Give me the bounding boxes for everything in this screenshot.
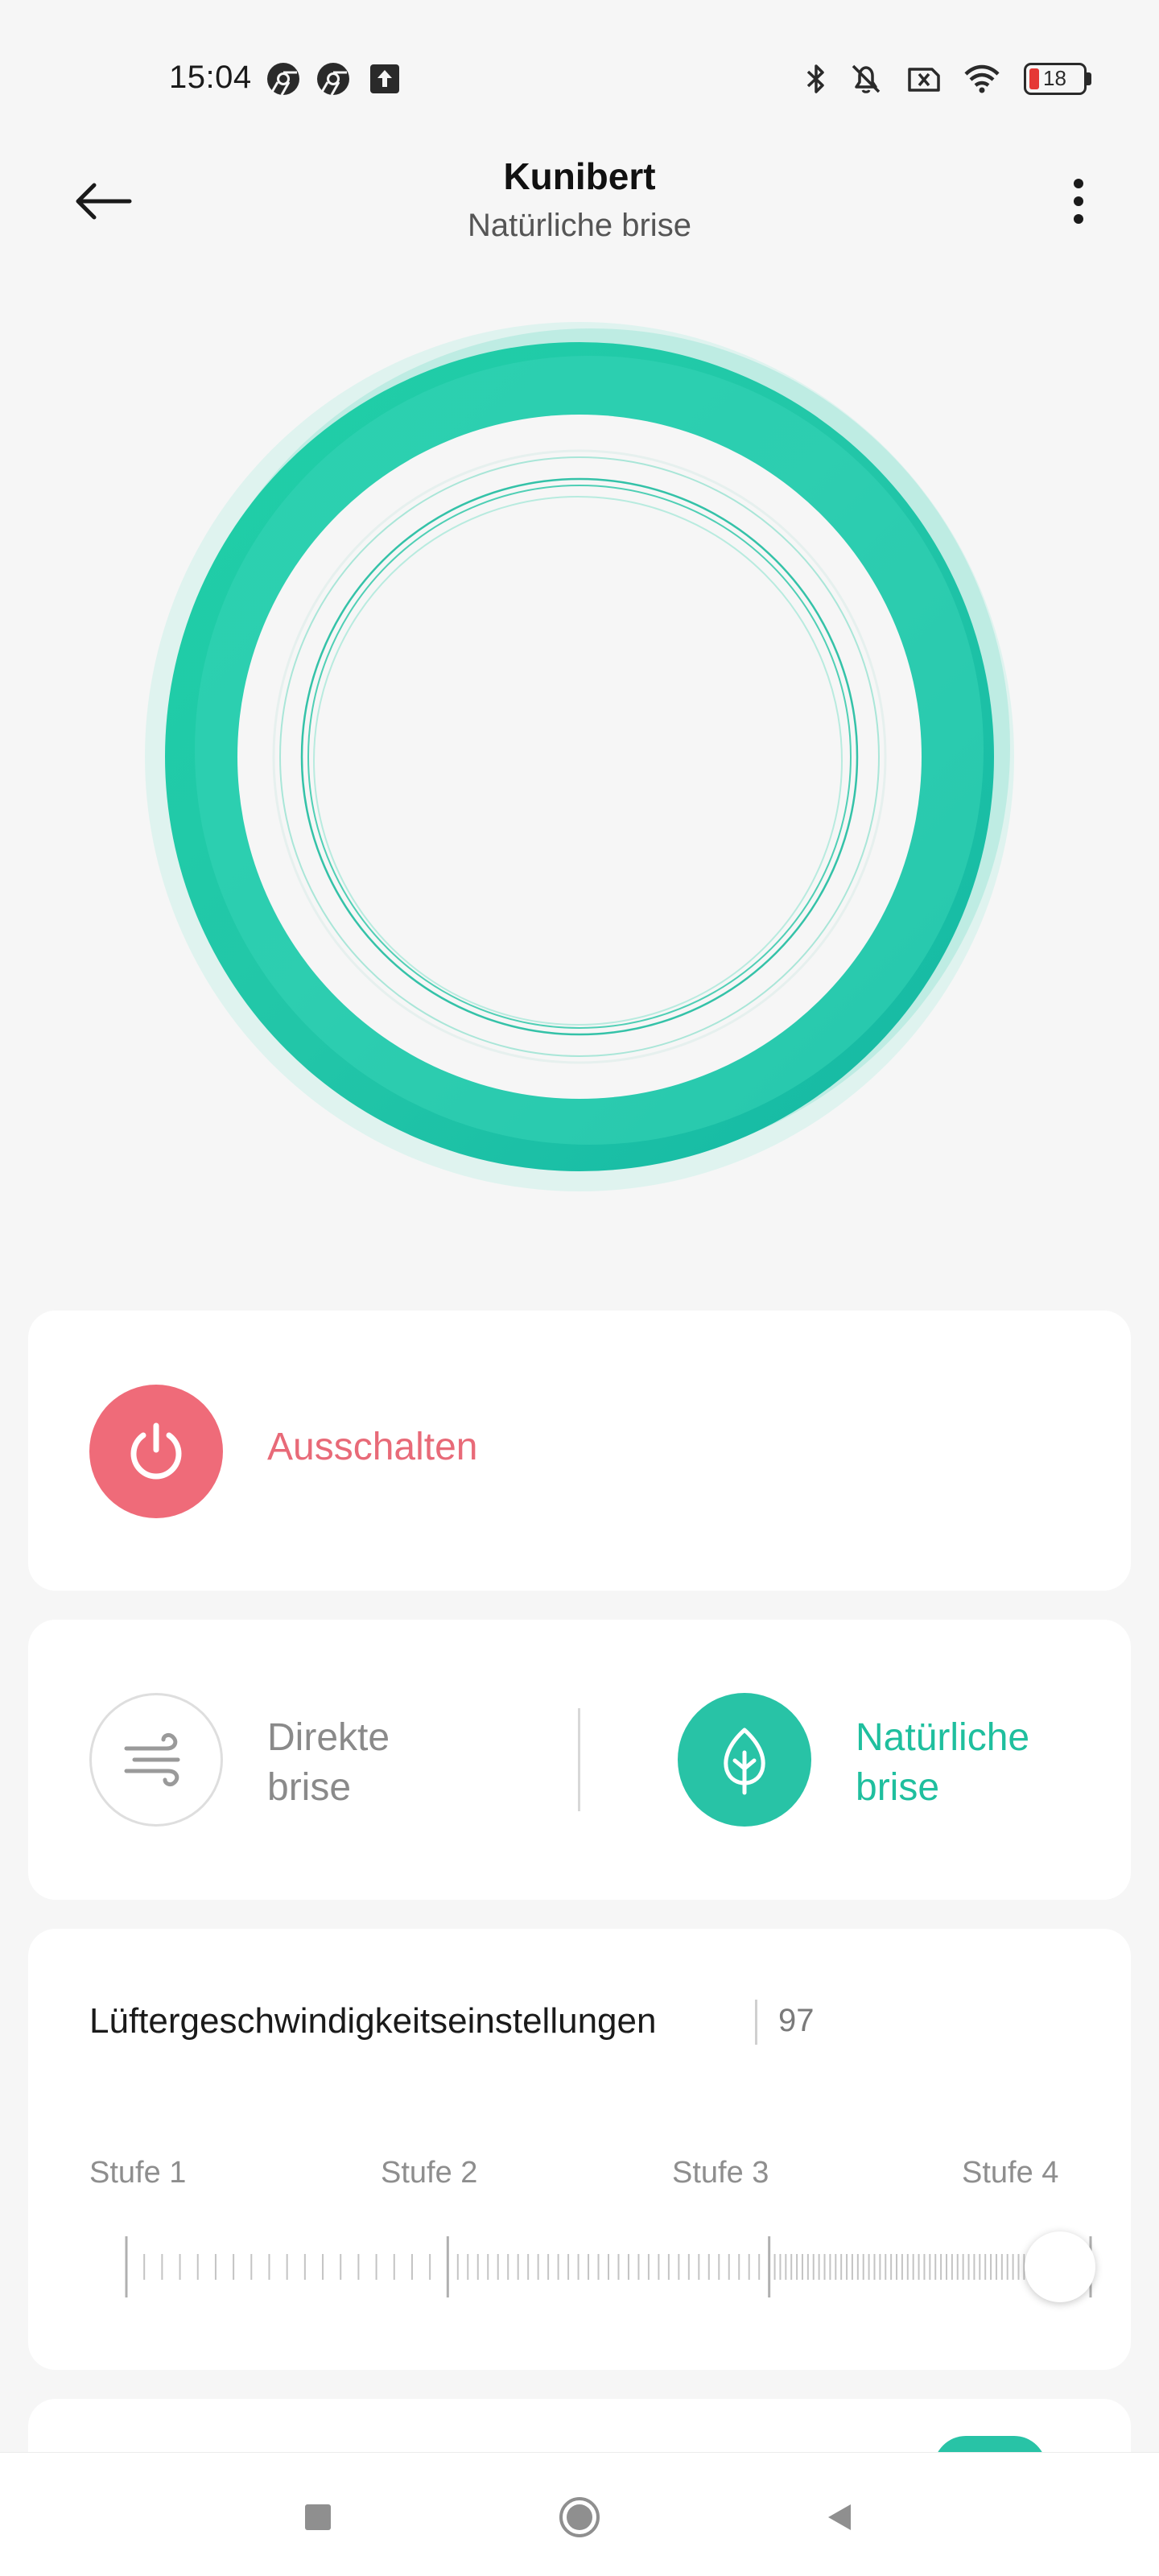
more-options-button[interactable] [1046,169,1111,233]
mode-natural-icon-circle [678,1693,811,1827]
mute-icon [852,64,881,93]
mode-natural-breeze[interactable]: Natürliche brise [592,1620,1131,1900]
power-card: Ausschalten [28,1311,1131,1591]
sim-off-icon [908,68,940,92]
fan-speed-slider[interactable] [89,2219,1095,2315]
status-bar: 15:04 18 [0,0,1159,161]
mode-natural-label: Natürliche brise [856,1713,1113,1813]
fan-speed-slider-thumb[interactable] [1025,2231,1095,2302]
speed-step-1-label: Stufe 1 [89,2156,187,2190]
mode-divider [578,1708,580,1811]
mode-direct-icon-circle [89,1693,223,1827]
system-nav-bar [0,2452,1159,2576]
battery-level: 18 [1043,66,1066,90]
speed-step-3-label: Stufe 3 [672,2156,769,2190]
status-time: 15:04 [169,60,252,95]
mode-natural-label-line2: brise [856,1766,940,1809]
fan-speed-title: Lüftergeschwindigkeitseinstellungen [89,2001,657,2041]
mode-direct-label: Direkte brise [267,1713,509,1813]
recent-apps-button[interactable] [286,2485,350,2549]
home-circle-icon [559,2497,600,2537]
battery-icon: 18 [1024,63,1093,95]
speed-step-2-label: Stufe 2 [381,2156,478,2190]
more-vertical-icon [1074,179,1083,224]
mode-card: Direkte brise Natürliche brise [28,1620,1131,1900]
fan-speed-card: Lüftergeschwindigkeitseinstellungen 97 S… [28,1929,1131,2370]
upload-icon [370,64,399,93]
speed-step-4-label: Stufe 4 [962,2156,1059,2190]
page-title: Kunibert [503,155,656,197]
mode-natural-label-line1: Natürliche [856,1716,1030,1759]
back-nav-button[interactable] [807,2485,872,2549]
mode-direct-label-line2: brise [267,1766,352,1809]
page-subtitle: Natürliche brise [468,208,691,243]
chrome-icon [267,63,299,96]
leaf-icon [724,1728,765,1795]
home-button[interactable] [547,2485,612,2549]
fan-speed-separator [755,2000,757,2045]
power-label[interactable]: Ausschalten [267,1425,478,1469]
wifi-icon [964,64,1000,93]
fan-ring-visual [129,306,1030,1208]
wind-icon [124,1732,180,1787]
mode-direct-breeze[interactable]: Direkte brise [28,1620,543,1900]
fan-speed-value: 97 [778,2003,815,2038]
power-button[interactable] [89,1385,223,1518]
square-icon [305,2504,331,2530]
app-screen: 15:04 18 Kunibert Natürliche brise Aussc… [0,0,1159,2576]
mode-direct-label-line1: Direkte [267,1716,390,1759]
chrome-icon [317,63,349,96]
bluetooth-icon [806,64,824,93]
fan-speed-slider-track [125,2236,1092,2297]
triangle-left-icon [828,2504,851,2530]
power-icon [130,1422,182,1480]
